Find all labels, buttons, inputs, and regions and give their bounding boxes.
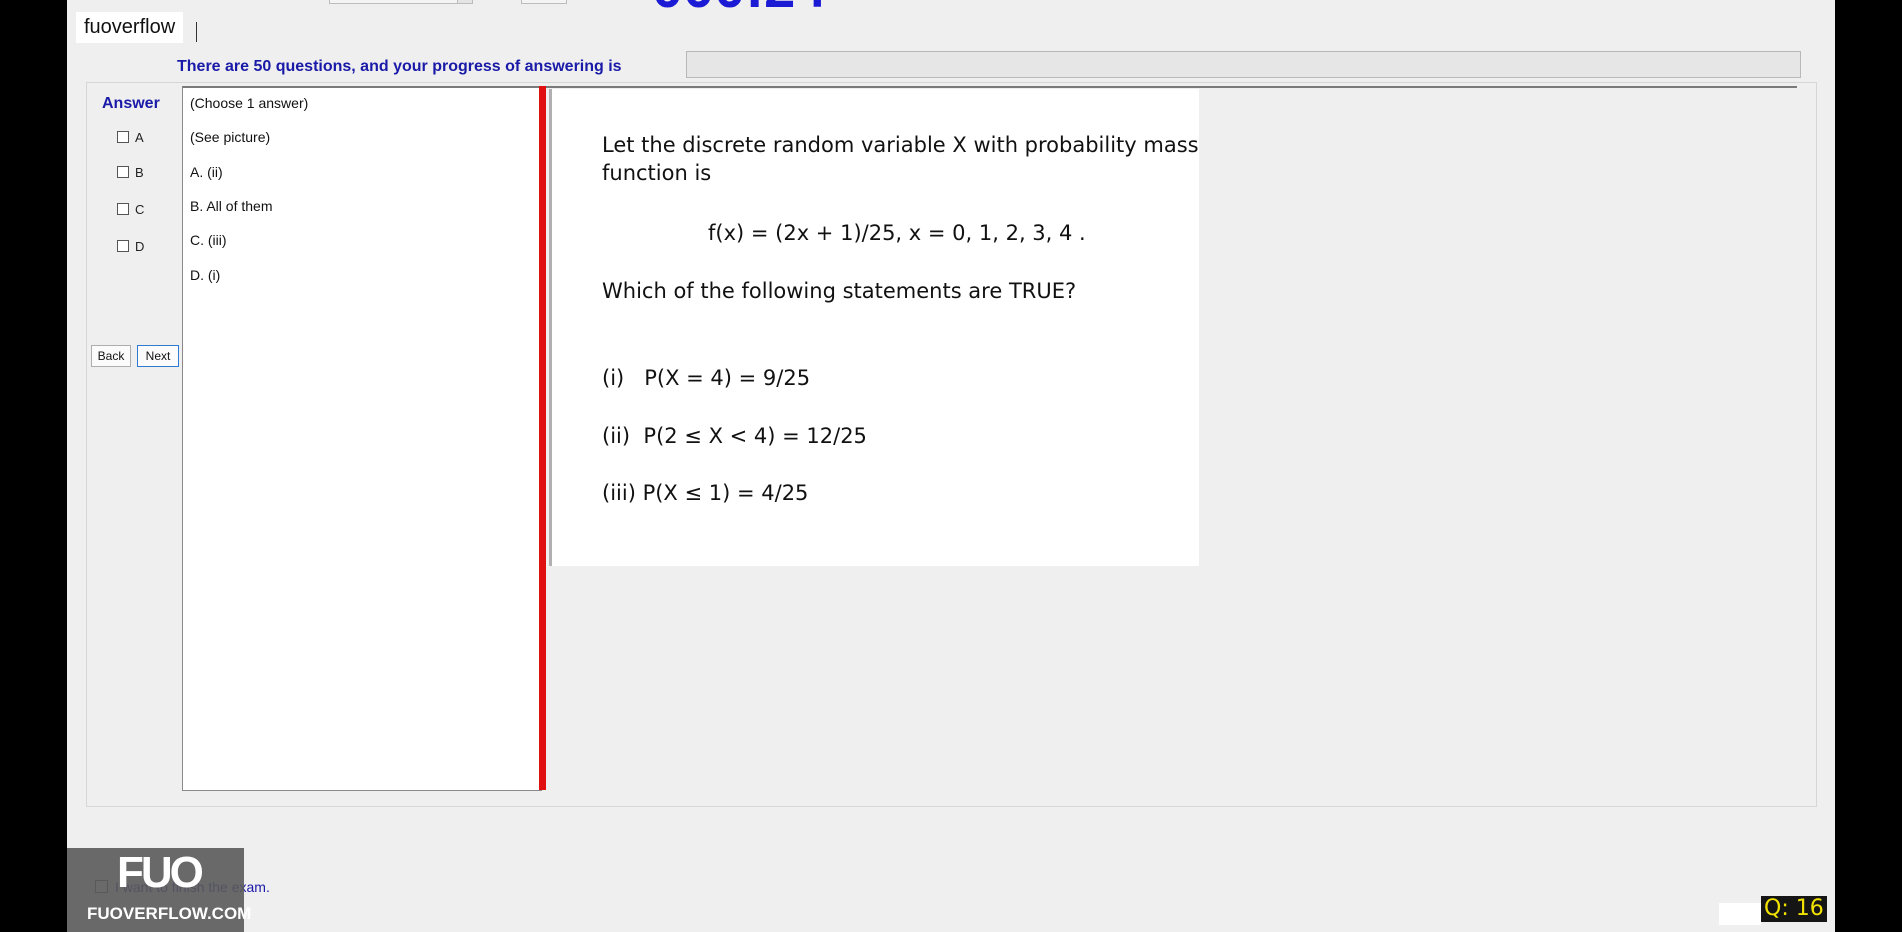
question-intro-line1: Let the discrete random variable X with … xyxy=(602,133,1199,157)
logo-name: FUOVERFLOW.COM xyxy=(87,904,252,923)
question-image: Let the discrete random variable X with … xyxy=(549,89,1199,566)
question-prompt: Which of the following statements are TR… xyxy=(602,279,1077,303)
option-d-checkbox[interactable] xyxy=(117,240,129,252)
option-d[interactable]: D xyxy=(117,237,177,255)
question-formula: f(x) = (2x + 1)/25, x = 0, 1, 2, 3, 4 . xyxy=(708,221,1086,245)
top-small-box[interactable] xyxy=(521,0,567,4)
option-a[interactable]: A xyxy=(117,128,177,146)
brand-tag: fuoverflow xyxy=(76,12,184,43)
option-c-checkbox[interactable] xyxy=(117,203,129,215)
panel-divider[interactable] xyxy=(539,86,546,790)
timer: 000:24 xyxy=(652,0,826,16)
option-a-label: A xyxy=(135,129,144,145)
choices-list: (Choose 1 answer) (See picture) A. (ii) … xyxy=(182,86,542,791)
text-cursor xyxy=(196,22,197,42)
back-button[interactable]: Back xyxy=(91,345,131,367)
statement-iii: (iii) P(X ≤ 1) = 4/25 xyxy=(602,481,809,505)
choice-line: B. All of them xyxy=(190,198,273,214)
choice-line: C. (iii) xyxy=(190,232,227,248)
logo-mark: FUO xyxy=(117,848,204,897)
statement-i: (i) P(X = 4) = 9/25 xyxy=(602,366,811,390)
option-b-label: B xyxy=(135,164,144,180)
question-intro-line2: function is xyxy=(602,161,712,185)
choice-line: (See picture) xyxy=(190,129,271,145)
progress-bar xyxy=(686,51,1801,78)
top-dropdown[interactable] xyxy=(329,0,473,4)
answer-label: Answer xyxy=(102,95,160,112)
choice-line: A. (ii) xyxy=(190,164,223,180)
option-c[interactable]: C xyxy=(117,200,177,218)
choice-line: (Choose 1 answer) xyxy=(190,95,309,111)
question-counter: Q: 16 xyxy=(1761,896,1827,922)
option-d-label: D xyxy=(135,238,145,254)
option-b[interactable]: B xyxy=(117,163,177,181)
dropdown-arrow-icon xyxy=(457,0,472,3)
progress-label: There are 50 questions, and your progres… xyxy=(177,58,622,75)
statement-ii: (ii) P(2 ≤ X < 4) = 12/25 xyxy=(602,424,867,448)
fuoverflow-logo: FUO FUOVERFLOW.COM xyxy=(67,848,251,932)
option-b-checkbox[interactable] xyxy=(117,166,129,178)
option-a-checkbox[interactable] xyxy=(117,131,129,143)
next-button[interactable]: Next xyxy=(137,345,179,367)
choice-line: D. (i) xyxy=(190,267,221,283)
option-c-label: C xyxy=(135,201,145,217)
counter-strip xyxy=(1719,903,1761,925)
exam-app-window: 000:24 fuoverflow There are 50 questions… xyxy=(67,0,1835,932)
